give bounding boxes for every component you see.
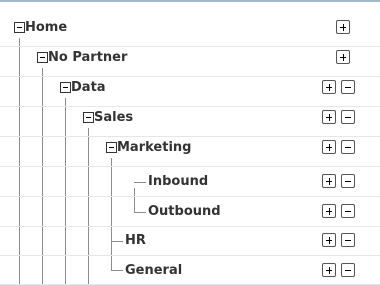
- add-node-button[interactable]: [322, 204, 336, 218]
- add-node-button[interactable]: [322, 110, 336, 124]
- tree-row-data: Data: [0, 77, 380, 107]
- tree-row-sales: Sales: [0, 107, 380, 137]
- node-label-outbound[interactable]: Outbound: [148, 204, 221, 220]
- tree-row-outbound: Outbound: [0, 197, 380, 227]
- tree-row-no-partner: No Partner: [0, 47, 380, 77]
- add-node-button[interactable]: [322, 263, 336, 277]
- tree-top-border: [0, 0, 380, 2]
- add-node-button[interactable]: [336, 50, 350, 64]
- node-label-inbound[interactable]: Inbound: [148, 174, 208, 190]
- category-tree: Home No Partner Data Sales Marketing Inb…: [0, 0, 380, 285]
- remove-node-button[interactable]: [341, 110, 355, 124]
- add-node-button[interactable]: [322, 233, 336, 247]
- add-node-button[interactable]: [322, 140, 336, 154]
- node-label-no-partner[interactable]: No Partner: [48, 50, 127, 66]
- add-node-button[interactable]: [322, 174, 336, 188]
- tree-row-hr: HR: [0, 226, 380, 256]
- remove-node-button[interactable]: [341, 233, 355, 247]
- node-label-general[interactable]: General: [125, 263, 182, 279]
- node-label-data[interactable]: Data: [71, 80, 106, 96]
- node-label-sales[interactable]: Sales: [94, 110, 133, 126]
- collapse-minus-box-icon[interactable]: [60, 82, 71, 93]
- collapse-minus-box-icon[interactable]: [14, 22, 25, 33]
- node-label-home[interactable]: Home: [25, 20, 67, 36]
- remove-node-button[interactable]: [341, 140, 355, 154]
- collapse-minus-box-icon[interactable]: [37, 52, 48, 63]
- add-node-button[interactable]: [336, 20, 350, 34]
- add-node-button[interactable]: [322, 80, 336, 94]
- remove-node-button[interactable]: [341, 263, 355, 277]
- tree-row-general: General: [0, 255, 380, 285]
- node-label-marketing[interactable]: Marketing: [117, 140, 191, 156]
- remove-node-button[interactable]: [341, 204, 355, 218]
- node-label-hr[interactable]: HR: [125, 233, 146, 249]
- tree-row-marketing: Marketing: [0, 137, 380, 167]
- tree-row-inbound: Inbound: [0, 167, 380, 197]
- tree-row-home: Home: [0, 17, 380, 47]
- remove-node-button[interactable]: [341, 80, 355, 94]
- collapse-minus-box-icon[interactable]: [106, 142, 117, 153]
- remove-node-button[interactable]: [341, 174, 355, 188]
- collapse-minus-box-icon[interactable]: [83, 112, 94, 123]
